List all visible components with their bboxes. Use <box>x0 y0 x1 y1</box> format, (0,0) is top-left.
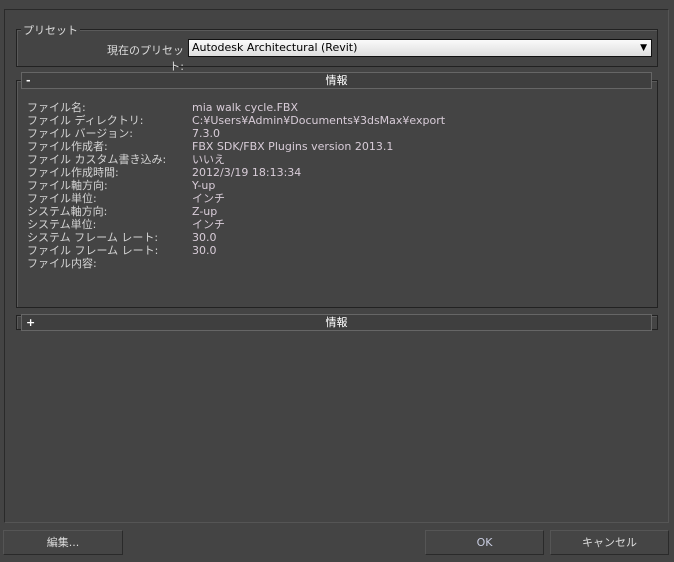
info-label: ファイル軸方向: <box>27 179 108 192</box>
info-label: ファイル作成者: <box>27 140 108 153</box>
ok-button[interactable]: OK <box>425 530 544 555</box>
preset-dropdown[interactable]: Autodesk Architectural (Revit) ▼ <box>188 39 652 57</box>
info-label: システム軸方向: <box>27 205 108 218</box>
info-value: 30.0 <box>192 231 217 244</box>
info-row: ファイル作成者: FBX SDK/FBX Plugins version 2013… <box>27 140 627 153</box>
info-rollout-header[interactable]: - 情報 <box>21 72 652 89</box>
info-label: ファイル単位: <box>27 192 97 205</box>
info-label: システム フレーム レート: <box>27 231 159 244</box>
info-value: 2012/3/19 18:13:34 <box>192 166 302 179</box>
info-value: C:¥Users¥Admin¥Documents¥3dsMax¥export <box>192 114 446 127</box>
info-value: 7.3.0 <box>192 127 220 140</box>
info-row: ファイル フレーム レート: 30.0 <box>27 244 627 257</box>
info-row: ファイル カスタム書き込み: いいえ <box>27 153 627 166</box>
info-label: ファイル カスタム書き込み: <box>27 153 167 166</box>
info-label: システム単位: <box>27 218 97 231</box>
info-value: Z-up <box>192 205 218 218</box>
info-row: ファイル単位: インチ <box>27 192 627 205</box>
info-row: ファイル内容: <box>27 257 627 270</box>
info-label: ファイル フレーム レート: <box>27 244 159 257</box>
edit-button[interactable]: 編集... <box>3 530 123 555</box>
info-row: ファイル ディレクトリ: C:¥Users¥Admin¥Documents¥3ds… <box>27 114 627 127</box>
info-row: ファイル軸方向: Y-up <box>27 179 627 192</box>
preset-legend: プリセット <box>21 22 80 38</box>
info-value: インチ <box>192 218 225 231</box>
info-label: ファイル作成時間: <box>27 166 119 179</box>
info-value: 30.0 <box>192 244 217 257</box>
preset-dropdown-value: Autodesk Architectural (Revit) <box>192 41 358 54</box>
info-row: システム単位: インチ <box>27 218 627 231</box>
info-row: ファイル作成時間: 2012/3/19 18:13:34 <box>27 166 627 179</box>
info-row: システム軸方向: Z-up <box>27 205 627 218</box>
info-value: いいえ <box>192 153 225 166</box>
info-label: ファイル ディレクトリ: <box>27 114 144 127</box>
cancel-button[interactable]: キャンセル <box>550 530 669 555</box>
info-label: ファイル バージョン: <box>27 127 133 140</box>
info-row: ファイル バージョン: 7.3.0 <box>27 127 627 140</box>
rollout-title: 情報 <box>325 316 348 329</box>
expand-icon: + <box>26 316 36 329</box>
rollout-title: 情報 <box>325 74 348 87</box>
info-label: ファイル名: <box>27 101 86 114</box>
info-value: Y-up <box>192 179 216 192</box>
chevron-down-icon[interactable]: ▼ <box>640 40 647 56</box>
info-value: mia walk cycle.FBX <box>192 101 299 114</box>
collapse-icon: - <box>26 74 31 87</box>
info-value: FBX SDK/FBX Plugins version 2013.1 <box>192 140 394 153</box>
info-label: ファイル内容: <box>27 257 97 270</box>
info-row: システム フレーム レート: 30.0 <box>27 231 627 244</box>
info-row: ファイル名: mia walk cycle.FBX <box>27 101 627 114</box>
info-value: インチ <box>192 192 225 205</box>
info-rollout-header-2[interactable]: + 情報 <box>21 314 652 331</box>
current-preset-label: 現在のプリセット: <box>107 44 184 73</box>
